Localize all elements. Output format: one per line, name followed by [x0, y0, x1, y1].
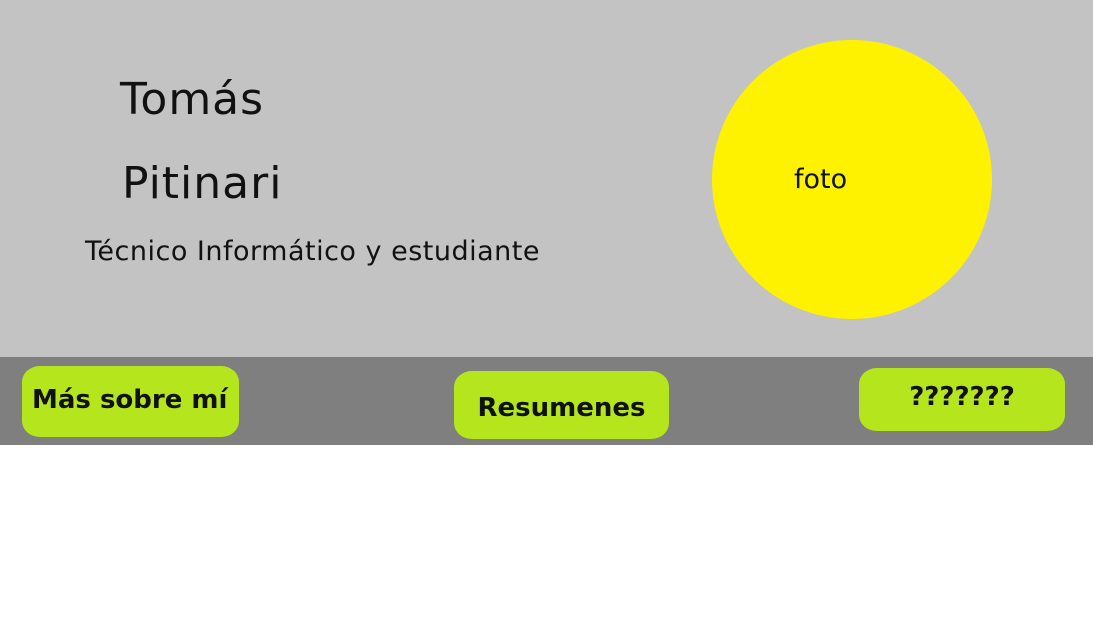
unknown-button[interactable]: ??????? — [859, 368, 1065, 431]
subtitle: Técnico Informático y estudiante — [85, 236, 540, 267]
photo-placeholder — [712, 40, 992, 319]
last-name: Pitinari — [122, 158, 283, 209]
first-name: Tomás — [120, 74, 265, 125]
summaries-button[interactable]: Resumenes — [454, 371, 669, 439]
about-button[interactable]: Más sobre mí — [22, 366, 239, 437]
photo-label: foto — [794, 164, 848, 195]
page: Tomás Pitinari Técnico Informático y est… — [0, 0, 1093, 622]
